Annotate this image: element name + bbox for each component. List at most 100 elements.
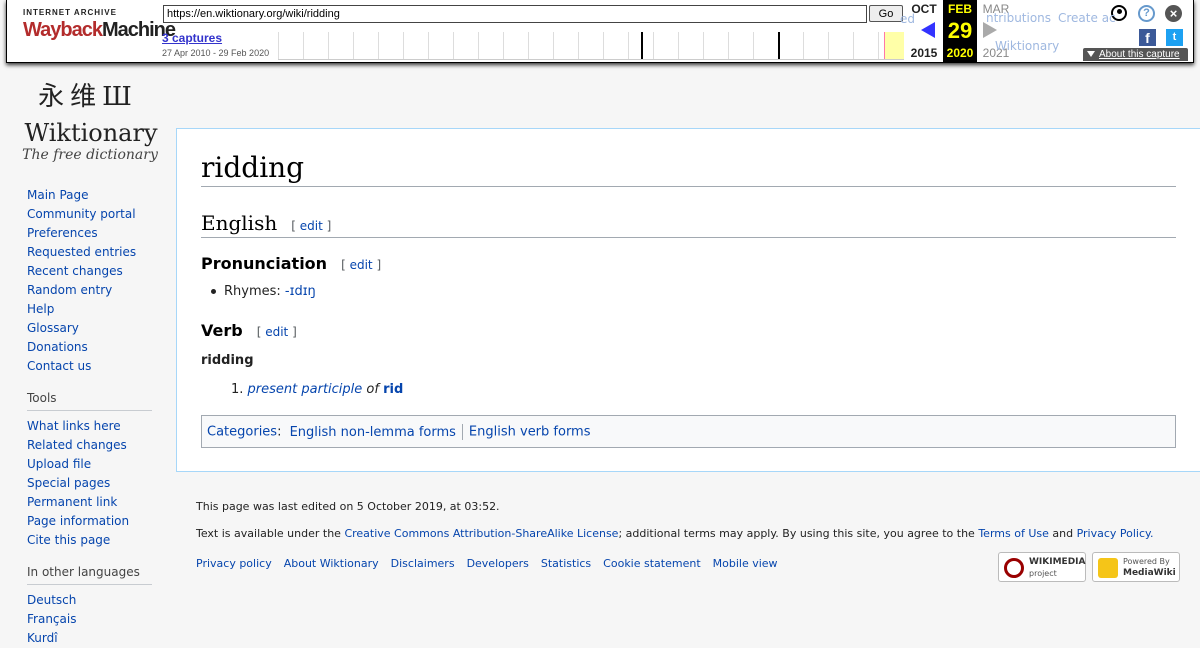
privacy-policy-link[interactable]: Privacy Policy. (1077, 527, 1154, 540)
heading-verb: Verb[ edit ] (201, 321, 297, 340)
sparkline-year-cell (503, 32, 529, 59)
capture-sparkline[interactable] (278, 32, 904, 60)
sparkline-year-cell (678, 32, 704, 59)
wayback-logo-top: INTERNET ARCHIVE (23, 8, 117, 17)
logo-glyphs: 永维Ш (38, 82, 138, 112)
nav-preferences[interactable]: Preferences (27, 226, 98, 240)
nav-random-entry[interactable]: Random entry (27, 283, 112, 297)
sparkline-year-cell (778, 32, 804, 59)
nav-languages-heading[interactable]: In other languages (27, 565, 152, 585)
rhymes-link[interactable]: -ɪdɪŋ (285, 284, 316, 299)
triangle-down-icon (1087, 51, 1095, 58)
nav-tools-heading[interactable]: Tools (27, 391, 152, 411)
footer-privacy-policy[interactable]: Privacy policy (196, 557, 272, 570)
edit-section-verb: [ edit ] (256, 325, 297, 339)
sparkline-year-cell (828, 32, 854, 59)
lang-deutsch[interactable]: Deutsch (27, 593, 76, 607)
footer-statistics[interactable]: Statistics (541, 557, 591, 570)
tool-cite-this-page[interactable]: Cite this page (27, 533, 110, 547)
categories-label-link[interactable]: Categories (207, 425, 277, 440)
nav-donations[interactable]: Donations (27, 340, 88, 354)
sparkline-year-cell (803, 32, 829, 59)
nav-recent-changes[interactable]: Recent changes (27, 264, 123, 278)
tool-special-pages[interactable]: Special pages (27, 476, 110, 490)
edit-link-pronunciation[interactable]: edit (350, 258, 373, 272)
category-english-non-lemma-forms[interactable]: English non-lemma forms (290, 425, 456, 440)
wayback-logo[interactable]: INTERNET ARCHIVE WaybackMachine (23, 8, 176, 52)
sparkline-year-cell (428, 32, 454, 59)
headword: ridding (201, 353, 254, 368)
sparkline-current-year[interactable] (884, 32, 904, 59)
tool-page-information[interactable]: Page information (27, 514, 129, 528)
footer-developers[interactable]: Developers (467, 557, 529, 570)
wikimedia-project-badge[interactable]: WIKIMEDIA project (998, 552, 1086, 582)
close-icon[interactable]: × (1165, 5, 1182, 22)
twitter-icon[interactable]: t (1166, 29, 1183, 46)
tool-permanent-link[interactable]: Permanent link (27, 495, 117, 509)
help-icon[interactable]: ? (1138, 5, 1155, 22)
tool-what-links-here[interactable]: What links here (27, 419, 121, 433)
footer-cookie-statement[interactable]: Cookie statement (603, 557, 700, 570)
facebook-icon[interactable]: f (1139, 29, 1156, 46)
nav-community-portal[interactable]: Community portal (27, 207, 136, 221)
sparkline-year-cell (728, 32, 754, 59)
nav-languages: In other languages Deutsch Français Kurd… (27, 565, 152, 648)
nav-glossary[interactable]: Glossary (27, 321, 79, 335)
tool-related-changes[interactable]: Related changes (27, 438, 127, 452)
lemma-link-rid[interactable]: rid (383, 382, 403, 397)
logo-wordmark: Wiktionary (24, 119, 158, 147)
wayback-logo-way: Wayback (23, 19, 103, 41)
sparkline-year-cell (853, 32, 879, 59)
nav-tools: Tools What links here Related changes Up… (27, 391, 152, 550)
category-english-verb-forms[interactable]: English verb forms (469, 425, 591, 440)
terms-of-use-link[interactable]: Terms of Use (978, 527, 1049, 540)
nav-main-page[interactable]: Main Page (27, 188, 89, 202)
logo-tagline: The free dictionary (22, 147, 158, 163)
edit-section-pronunciation: [ edit ] (341, 258, 382, 272)
nav-help[interactable]: Help (27, 302, 54, 316)
prev-year-label[interactable]: 2015 (907, 46, 941, 60)
lang-francais[interactable]: Français (27, 612, 76, 626)
prev-capture-arrow-icon[interactable] (921, 22, 935, 38)
lang-kurdi[interactable]: Kurdî (27, 631, 58, 645)
site-logo[interactable]: 永维Ш Wiktionary The free dictionary (0, 64, 176, 164)
heading-pronunciation: Pronunciation[ edit ] (201, 254, 382, 273)
sparkline-year-cell (303, 32, 329, 59)
wayback-go-button[interactable]: Go (869, 5, 903, 22)
wikimedia-logo-icon (1004, 558, 1024, 578)
edit-section-english: [ edit ] (291, 219, 332, 233)
footer-places: Privacy policy About Wiktionary Disclaimer… (196, 557, 790, 570)
sparkline-year-cell (278, 32, 304, 59)
edit-link-english[interactable]: edit (300, 219, 323, 233)
current-month-label: FEB (948, 2, 972, 16)
main-content: ridding English[ edit ] Pronunciation[ e… (176, 128, 1200, 472)
footer-about[interactable]: About Wiktionary (284, 557, 379, 570)
definition-item: 1. present participle of rid (231, 382, 404, 397)
tool-upload-file[interactable]: Upload file (27, 457, 91, 471)
footer-disclaimers[interactable]: Disclaimers (391, 557, 455, 570)
capture-date-range: 27 Apr 2010 - 29 Feb 2020 (162, 48, 270, 58)
wayback-url-input[interactable] (163, 5, 867, 23)
wayback-toolbar: INTERNET ARCHIVE WaybackMachine Go 3 cap… (6, 0, 1194, 63)
footer-mobile-view[interactable]: Mobile view (713, 557, 778, 570)
about-capture-button[interactable]: About this capture (1083, 48, 1188, 61)
edit-link-verb[interactable]: edit (265, 325, 288, 339)
sparkline-year-cell (753, 32, 779, 59)
bullet-icon (211, 289, 216, 294)
captures-link[interactable]: 3 captures (162, 31, 222, 45)
sparkline-capture-mark[interactable] (778, 32, 780, 59)
sparkline-capture-mark[interactable] (641, 32, 643, 59)
sparkline-year-cell (378, 32, 404, 59)
nav-requested-entries[interactable]: Requested entries (27, 245, 136, 259)
powered-by-mediawiki-badge[interactable]: Powered By MediaWiki (1092, 552, 1180, 582)
sparkline-year-cell (553, 32, 579, 59)
present-participle-link[interactable]: present participle (248, 382, 363, 397)
nav-contact-us[interactable]: Contact us (27, 359, 91, 373)
license-link[interactable]: Creative Commons Attribution-ShareAlike … (344, 527, 618, 540)
footer-last-edited: This page was last edited on 5 October 2… (196, 500, 500, 513)
sparkline-year-cell (478, 32, 504, 59)
ghost-text-create-account: Create ac (1058, 11, 1116, 25)
mediawiki-logo-icon (1098, 558, 1118, 578)
current-year-label: 2020 (946, 46, 974, 60)
sparkline-year-cell (453, 32, 479, 59)
